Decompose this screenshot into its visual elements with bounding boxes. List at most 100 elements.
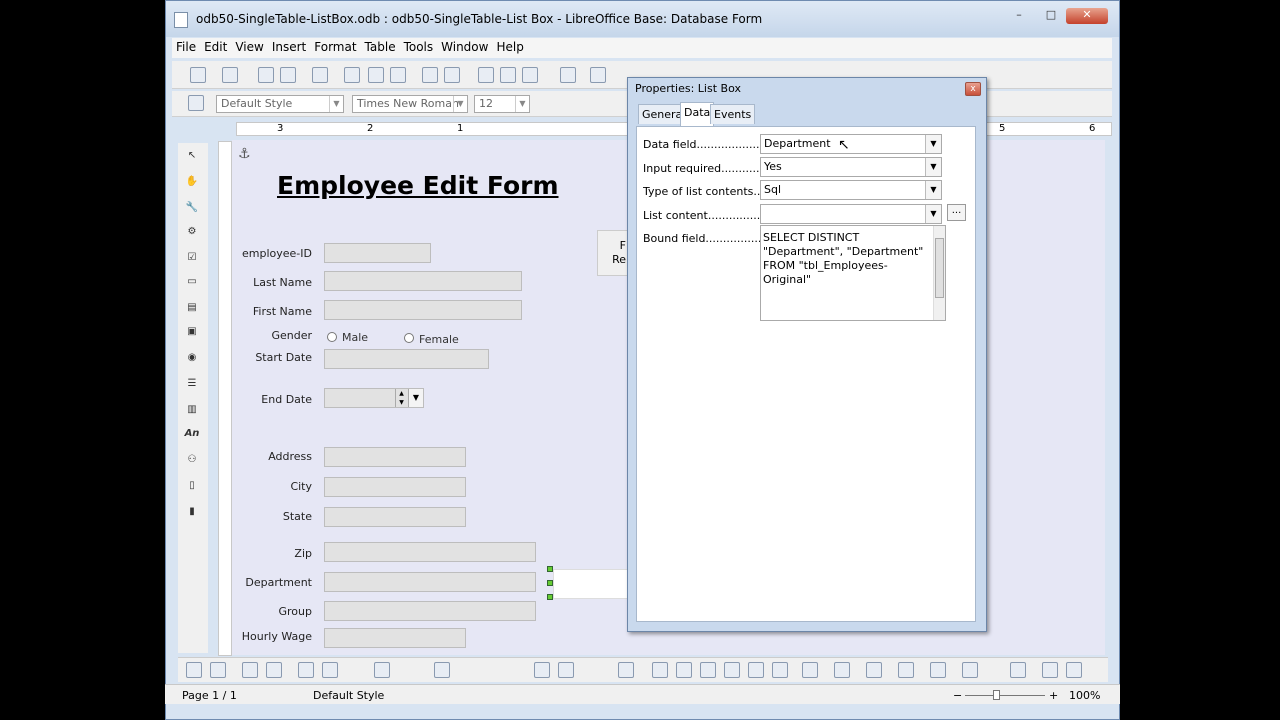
text-icon[interactable]	[748, 662, 764, 678]
cut-icon[interactable]	[478, 67, 494, 83]
chevron-down-icon[interactable]: ▼	[925, 135, 941, 153]
start-date-field[interactable]	[324, 349, 489, 369]
chevron-down-icon[interactable]: ▼	[408, 389, 423, 407]
control-properties-icon[interactable]: 🔧	[182, 199, 202, 217]
menu-help[interactable]: Help	[492, 38, 527, 56]
option-button-icon[interactable]: ◉	[182, 349, 202, 367]
tab-order-icon[interactable]: ▮	[182, 503, 202, 521]
partial-button[interactable]: F Re	[597, 230, 629, 276]
stars-icon[interactable]	[962, 662, 978, 678]
fontwork-icon[interactable]	[1066, 662, 1082, 678]
image-icon[interactable]	[1042, 662, 1058, 678]
zoom-out-button[interactable]: −	[953, 689, 962, 702]
close-button[interactable]: ✕	[1066, 8, 1108, 24]
formatted-field-icon[interactable]: ▤	[182, 299, 202, 317]
print-preview-icon[interactable]	[390, 67, 406, 83]
combo-box-icon[interactable]: ▥	[182, 401, 202, 419]
save-icon[interactable]	[258, 67, 274, 83]
menu-format[interactable]: Format	[310, 38, 360, 56]
new-icon[interactable]	[190, 67, 206, 83]
spin-arrows-icon[interactable]: ▲ ▼	[395, 389, 407, 407]
styles-icon[interactable]	[188, 95, 204, 111]
paste-icon[interactable]	[522, 67, 538, 83]
table-icon[interactable]	[322, 662, 338, 678]
male-radio[interactable]	[327, 332, 337, 342]
last-name-field[interactable]	[324, 271, 522, 291]
maximize-button[interactable]: □	[1038, 8, 1064, 24]
push-button-icon[interactable]: ▣	[182, 323, 202, 341]
list-box-icon[interactable]: ☰	[182, 375, 202, 393]
group-field[interactable]	[324, 601, 536, 621]
clone-icon[interactable]	[560, 67, 576, 83]
font-size-select[interactable]: 12 ▼	[474, 95, 530, 113]
edit-file-icon[interactable]	[312, 67, 328, 83]
city-field[interactable]	[324, 477, 466, 497]
design-mode-icon[interactable]	[210, 662, 226, 678]
zip-field[interactable]	[324, 542, 536, 562]
select-icon[interactable]: ↖	[182, 147, 202, 165]
tab-events[interactable]: Events	[710, 104, 756, 124]
flowchart-icon[interactable]	[898, 662, 914, 678]
chevron-down-icon[interactable]: ▼	[925, 181, 941, 199]
minimize-button[interactable]: –	[1006, 8, 1032, 24]
zoom-in-button[interactable]: +	[1049, 689, 1058, 702]
form-navigator-icon[interactable]: ▯	[182, 477, 202, 495]
form-design-icon[interactable]: ⚙	[182, 223, 202, 241]
form-icon[interactable]	[298, 662, 314, 678]
menu-table[interactable]: Table	[361, 38, 400, 56]
label-field-icon[interactable]: An	[182, 425, 202, 443]
menu-insert[interactable]: Insert	[268, 38, 310, 56]
callouts-icon[interactable]	[930, 662, 946, 678]
symbol-shapes-icon[interactable]	[834, 662, 850, 678]
state-field[interactable]	[324, 507, 466, 527]
menu-file[interactable]: File	[172, 38, 200, 56]
zoom-slider-thumb[interactable]	[993, 690, 1000, 700]
grid-icon[interactable]	[534, 662, 550, 678]
selected-list-box[interactable]	[553, 569, 629, 599]
hourly-wage-field[interactable]	[324, 628, 466, 648]
text-box-icon[interactable]: ▭	[182, 273, 202, 291]
rectangle-icon[interactable]	[676, 662, 692, 678]
menu-tools[interactable]: Tools	[400, 38, 438, 56]
autospell-icon[interactable]	[444, 67, 460, 83]
checkbox-icon[interactable]: ☑	[182, 249, 202, 267]
zoom-icon[interactable]	[242, 662, 258, 678]
dialog-close-button[interactable]: x	[965, 82, 981, 96]
menu-window[interactable]: Window	[437, 38, 492, 56]
anchor-icon[interactable]	[434, 662, 450, 678]
navigator-icon[interactable]	[374, 662, 390, 678]
undo-icon[interactable]	[590, 67, 606, 83]
ellipsis-button[interactable]: ...	[947, 204, 966, 221]
end-date-field[interactable]: ▲ ▼ ▼	[324, 388, 424, 408]
chevron-down-icon[interactable]: ▼	[925, 205, 941, 223]
address-field[interactable]	[324, 447, 466, 467]
line-icon[interactable]	[652, 662, 668, 678]
points-icon[interactable]	[1010, 662, 1026, 678]
export-pdf-icon[interactable]	[344, 67, 360, 83]
block-arrows-icon[interactable]	[866, 662, 882, 678]
font-name-select[interactable]: Times New Roman ▼	[352, 95, 468, 113]
email-icon[interactable]	[280, 67, 296, 83]
properties-icon[interactable]	[266, 662, 282, 678]
data-field-select[interactable]: Department ▼	[760, 134, 942, 154]
spellcheck-icon[interactable]	[422, 67, 438, 83]
scrollbar[interactable]	[933, 226, 945, 320]
ellipse-icon[interactable]	[700, 662, 716, 678]
design-mode-icon[interactable]: ✋	[182, 173, 202, 191]
list-type-select[interactable]: Sql ▼	[760, 180, 942, 200]
input-required-select[interactable]: Yes ▼	[760, 157, 942, 177]
first-name-field[interactable]	[324, 300, 522, 320]
sql-text-area[interactable]: SELECT DISTINCT "Department", "Departmen…	[760, 225, 946, 321]
menu-view[interactable]: View	[231, 38, 267, 56]
basic-shapes-icon[interactable]	[802, 662, 818, 678]
female-radio[interactable]	[404, 333, 414, 343]
chevron-down-icon[interactable]: ▼	[925, 158, 941, 176]
list-content-select[interactable]: ▼	[760, 204, 942, 224]
menu-edit[interactable]: Edit	[200, 38, 231, 56]
pointer-icon[interactable]	[618, 662, 634, 678]
scrollbar-thumb[interactable]	[935, 238, 944, 298]
print-icon[interactable]	[368, 67, 384, 83]
employee-id-field[interactable]	[324, 243, 431, 263]
open-icon[interactable]	[222, 67, 238, 83]
curve-icon[interactable]	[724, 662, 740, 678]
